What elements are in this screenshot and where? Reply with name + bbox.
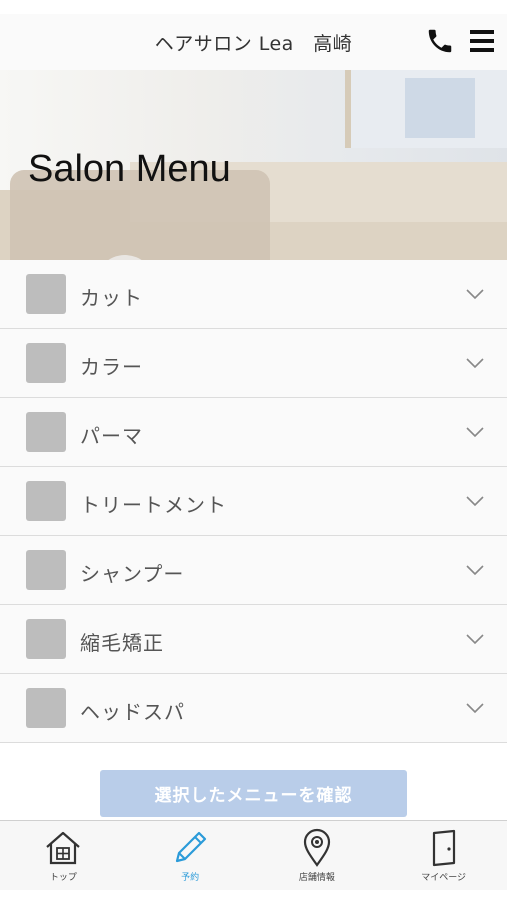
app-header: ヘアサロン Lea 高崎 bbox=[0, 14, 507, 70]
hero-banner: Salon Menu bbox=[0, 70, 507, 260]
menu-item-straightening[interactable]: 縮毛矯正 bbox=[0, 605, 507, 674]
phone-icon[interactable] bbox=[425, 26, 455, 56]
menu-item-cut[interactable]: カット bbox=[0, 260, 507, 329]
menu-item-perm[interactable]: パーマ bbox=[0, 398, 507, 467]
menu-checkbox[interactable] bbox=[26, 619, 66, 659]
menu-item-label: ヘッドスパ bbox=[80, 700, 185, 724]
salon-menu-list: カット カラー パーマ トリートメント シャンプー 縮毛矯正 ヘッドスパ bbox=[0, 260, 507, 743]
menu-checkbox[interactable] bbox=[26, 550, 66, 590]
confirm-selection-button[interactable]: 選択したメニューを確認 bbox=[100, 770, 407, 817]
hero-picture-frame bbox=[405, 78, 475, 138]
chevron-down-icon[interactable] bbox=[465, 284, 485, 304]
map-pin-icon bbox=[303, 828, 330, 867]
menu-checkbox[interactable] bbox=[26, 412, 66, 452]
menu-item-shampoo[interactable]: シャンプー bbox=[0, 536, 507, 605]
menu-item-label: シャンプー bbox=[80, 562, 185, 586]
tab-mypage[interactable]: マイページ bbox=[380, 821, 507, 890]
hamburger-menu-icon[interactable] bbox=[467, 26, 497, 56]
menu-item-label: 縮毛矯正 bbox=[80, 631, 164, 655]
chevron-down-icon[interactable] bbox=[465, 422, 485, 442]
tab-label: 予約 bbox=[181, 873, 200, 883]
tab-label: トップ bbox=[49, 873, 77, 883]
tab-label: マイページ bbox=[421, 873, 467, 883]
menu-item-label: パーマ bbox=[80, 424, 143, 448]
home-icon bbox=[46, 831, 81, 865]
tab-top[interactable]: トップ bbox=[0, 821, 127, 890]
menu-item-treatment[interactable]: トリートメント bbox=[0, 467, 507, 536]
door-icon bbox=[432, 829, 455, 867]
menu-item-label: カラー bbox=[80, 355, 143, 379]
menu-item-headspa[interactable]: ヘッドスパ bbox=[0, 674, 507, 743]
status-bar-area bbox=[0, 0, 507, 14]
chevron-down-icon[interactable] bbox=[465, 560, 485, 580]
bottom-tab-bar: トップ 予約 店舗情報 マイページ bbox=[0, 820, 507, 890]
menu-checkbox[interactable] bbox=[26, 688, 66, 728]
pencil-icon bbox=[176, 831, 207, 863]
menu-item-label: カット bbox=[80, 286, 143, 310]
menu-checkbox[interactable] bbox=[26, 481, 66, 521]
tab-label: 店舗情報 bbox=[298, 873, 335, 883]
chevron-down-icon[interactable] bbox=[465, 698, 485, 718]
menu-item-color[interactable]: カラー bbox=[0, 329, 507, 398]
hero-headline: Salon Menu bbox=[28, 148, 231, 190]
home-indicator-area bbox=[0, 890, 507, 900]
menu-checkbox[interactable] bbox=[26, 343, 66, 383]
menu-item-label: トリートメント bbox=[80, 493, 227, 517]
menu-checkbox[interactable] bbox=[26, 274, 66, 314]
chevron-down-icon[interactable] bbox=[465, 353, 485, 373]
tab-store-info[interactable]: 店舗情報 bbox=[254, 821, 381, 890]
chevron-down-icon[interactable] bbox=[465, 491, 485, 511]
page-title: ヘアサロン Lea 高崎 bbox=[154, 32, 353, 55]
tab-reservation[interactable]: 予約 bbox=[127, 821, 254, 890]
chevron-down-icon[interactable] bbox=[465, 629, 485, 649]
